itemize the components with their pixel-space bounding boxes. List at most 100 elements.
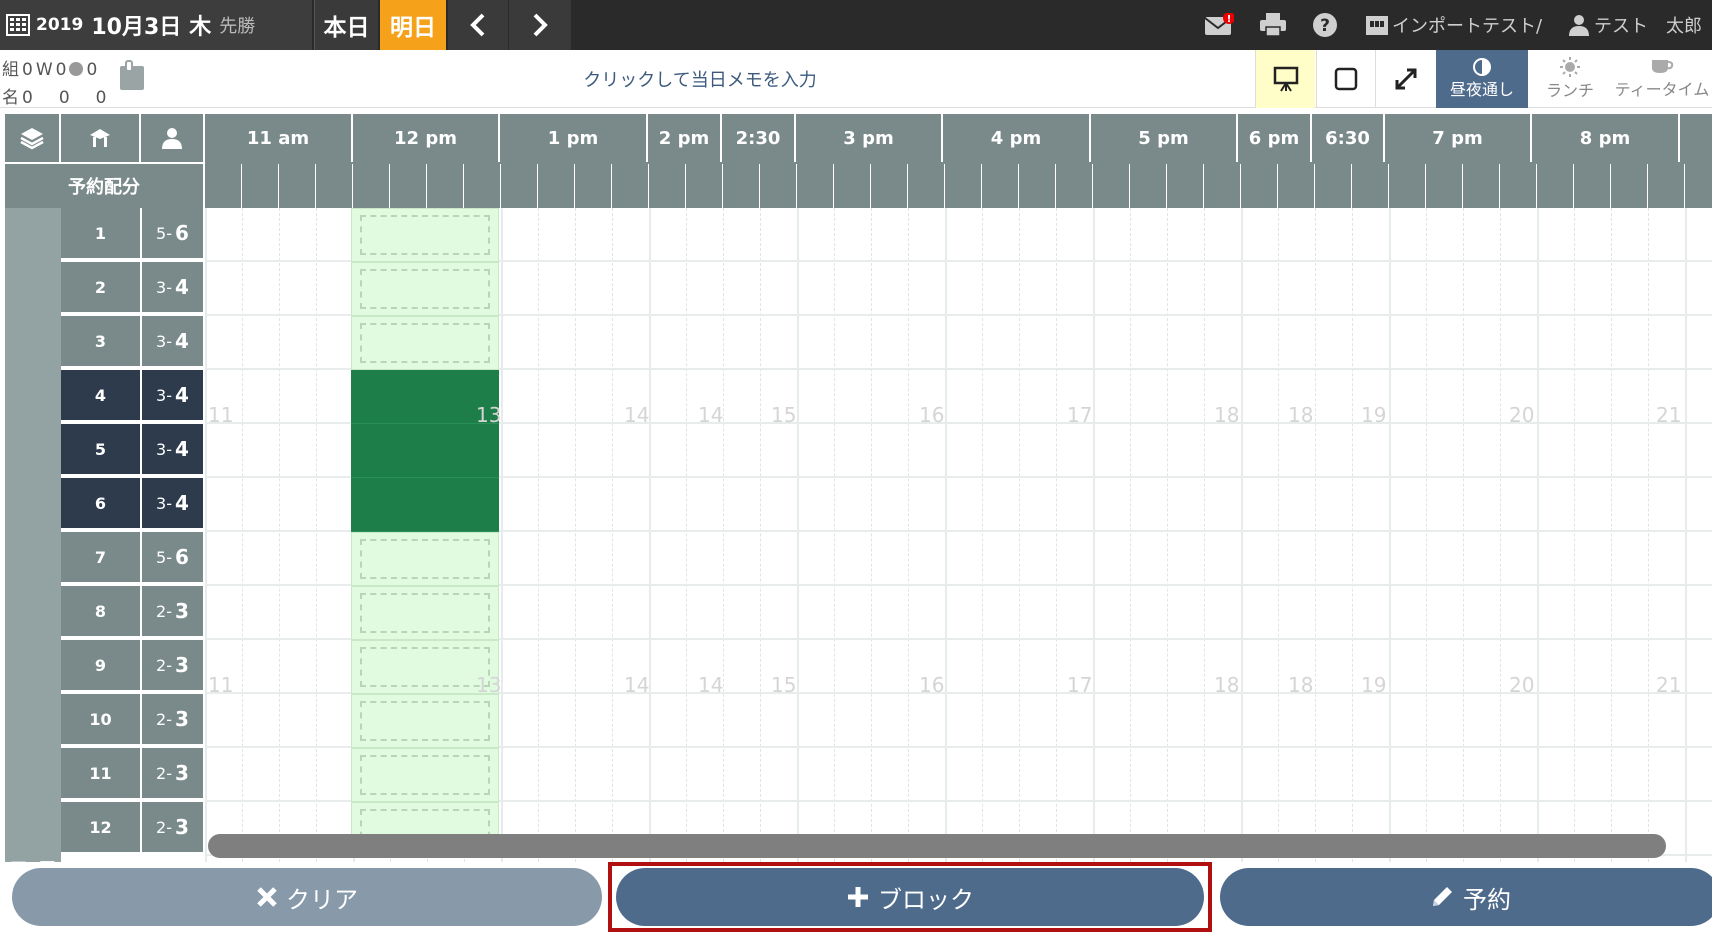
today-button[interactable]: 本日 [314,0,378,50]
allocation-slot[interactable] [834,164,871,208]
allocation-slot[interactable] [427,164,464,208]
tomorrow-button[interactable]: 明日 [380,0,446,50]
allocation-slot[interactable] [686,164,723,208]
daily-memo-input[interactable]: クリックして当日メモを入力 [400,50,1000,108]
available-block-cell[interactable] [351,262,499,316]
time-header-11am: 11 am [205,114,353,162]
seat-type-button[interactable] [61,114,141,162]
allocation-slot[interactable] [279,164,316,208]
presentation-view-button[interactable] [1255,50,1315,108]
table-row-number[interactable]: 5 [61,424,140,476]
allocation-slot[interactable] [945,164,982,208]
allocation-slot[interactable] [1537,164,1574,208]
capacity-separator: - [166,331,173,351]
tea-time-button[interactable]: ティータイム [1612,50,1712,108]
help-button[interactable]: ? [1310,10,1340,40]
allocation-slot[interactable] [464,164,501,208]
selected-block-cell[interactable] [351,478,499,532]
table-row-number[interactable]: 7 [61,532,140,584]
available-block-cell[interactable] [351,694,499,748]
table-row-number[interactable]: 2 [61,262,140,314]
allocation-slot[interactable] [649,164,686,208]
available-block-cell[interactable] [351,532,499,586]
table-row-number[interactable]: 4 [61,370,140,422]
clear-button[interactable]: クリア [12,868,602,926]
timeline-grid[interactable]: 11 13 14 14 15 16 17 18 18 19 20 21 11 13 14 14 15 16 17 18… [205,208,1712,862]
allocation-slot[interactable] [501,164,538,208]
allocation-slot[interactable] [982,164,1019,208]
allocation-slot[interactable] [908,164,945,208]
allocation-slot[interactable] [612,164,649,208]
allocation-slot[interactable] [1019,164,1056,208]
previous-day-button[interactable] [448,0,508,50]
allocation-slot[interactable] [575,164,612,208]
allocation-slot[interactable] [205,164,242,208]
selected-block-cell[interactable] [351,424,499,478]
allocation-slot[interactable] [1574,164,1611,208]
expand-button[interactable] [1375,50,1435,108]
allocation-slot[interactable] [1241,164,1278,208]
available-block-cell[interactable] [351,316,499,370]
table-row-number[interactable]: 9 [61,640,140,692]
allocation-slot[interactable] [760,164,797,208]
grid-column-line [612,208,613,862]
allocation-slot[interactable] [1204,164,1241,208]
table-row-number[interactable]: 10 [61,694,140,746]
allocation-slot[interactable] [797,164,834,208]
hour-watermark: 19 [1361,673,1387,697]
allocation-slot[interactable] [1315,164,1352,208]
next-day-button[interactable] [509,0,571,50]
horizontal-scrollbar[interactable] [208,834,1666,858]
print-button[interactable] [1258,10,1288,40]
reservation-allocation-label: 予約配分 [5,162,205,208]
mail-button[interactable]: ! [1204,10,1234,40]
memo-icon[interactable] [118,60,146,92]
allocation-slot[interactable] [1389,164,1426,208]
allocation-slot[interactable] [1056,164,1093,208]
top-bar: 2019 10月3日 木 先勝 本日 明日 ! ? インポートテスト/ テスト … [0,0,1712,50]
allocation-slot[interactable] [1130,164,1167,208]
allocation-slot[interactable] [1463,164,1500,208]
allocation-slot[interactable] [316,164,353,208]
allocation-slot[interactable] [1093,164,1130,208]
allocation-slot[interactable] [1500,164,1537,208]
table-row-number[interactable]: 8 [61,586,140,638]
block-button[interactable]: ブロック [616,868,1204,926]
allocation-slot[interactable] [1426,164,1463,208]
grid-column-line [871,208,872,862]
lunch-button[interactable]: ランチ [1529,50,1611,108]
capacity-max: 3 [175,761,189,785]
store-name[interactable]: インポートテスト/ [1392,10,1544,40]
user-name[interactable]: テスト 太郎 [1594,10,1710,40]
person-button[interactable] [141,114,205,162]
all-day-button[interactable]: 昼夜通し [1436,50,1528,108]
allocation-slot[interactable] [390,164,427,208]
hour-watermark: 17 [1067,403,1093,427]
allocation-slot[interactable] [538,164,575,208]
table-row-number[interactable]: 6 [61,478,140,530]
table-row-number[interactable]: 12 [61,802,140,854]
reserve-button[interactable]: 予約 [1220,868,1712,926]
table-row-number[interactable]: 3 [61,316,140,368]
toggle-square-button[interactable] [1316,50,1374,108]
date-display[interactable]: 2019 10月3日 木 先勝 [0,0,312,50]
allocation-slot[interactable] [723,164,760,208]
table-row-number[interactable]: 1 [61,208,140,260]
available-block-cell[interactable] [351,586,499,640]
allocation-slot[interactable] [353,164,390,208]
allocation-slot[interactable] [1167,164,1204,208]
allocation-slot[interactable] [1611,164,1648,208]
timeline-header: 11 am 12 pm 1 pm 2 pm 2:30 3 pm 4 pm 5 p… [5,114,1712,162]
floor-column: フロア [5,208,61,878]
capacity-max: 6 [175,221,189,245]
available-block-cell[interactable] [351,208,499,262]
layers-button[interactable] [5,114,61,162]
allocation-slot[interactable] [242,164,279,208]
available-block-cell[interactable] [351,748,499,802]
allocation-slot[interactable] [1648,164,1685,208]
allocation-slot[interactable] [1352,164,1389,208]
allocation-slot[interactable] [871,164,908,208]
table-row-number[interactable]: 11 [61,748,140,800]
allocation-slot[interactable] [1278,164,1315,208]
grid-column-line [1611,208,1612,862]
